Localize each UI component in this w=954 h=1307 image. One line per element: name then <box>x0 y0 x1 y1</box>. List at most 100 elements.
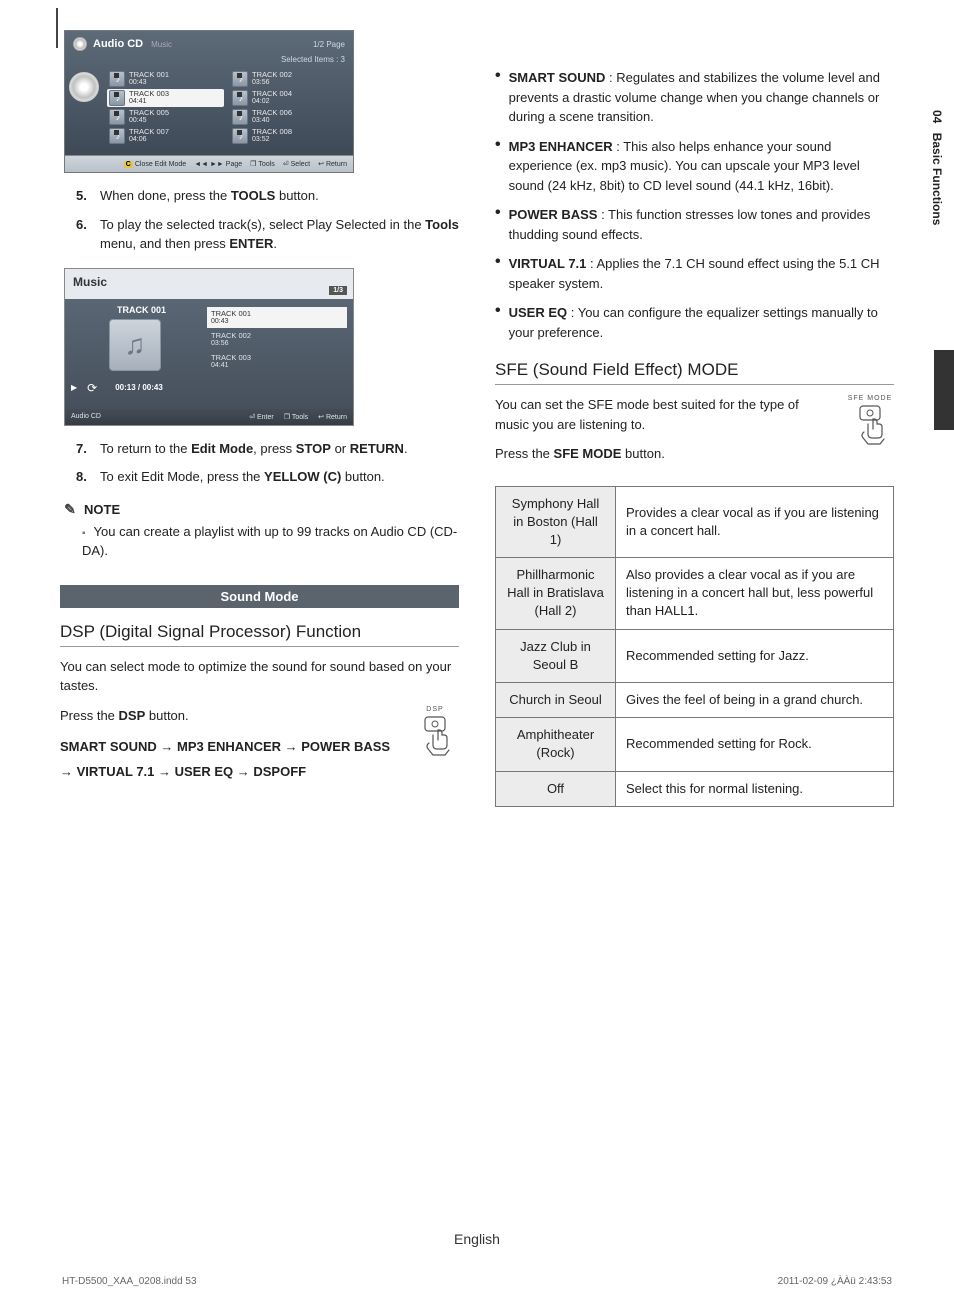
feature-name: USER EQ <box>509 305 568 320</box>
feature-item: USER EQ : You can configure the equalize… <box>495 303 894 342</box>
feature-item: MP3 ENHANCER : This also helps enhance y… <box>495 137 894 196</box>
right-column: SMART SOUND : Regulates and stabilizes t… <box>495 30 894 807</box>
transport-bar: ▶ ⟳ 00:13 / 00:43 <box>71 381 199 395</box>
track-name: TRACK 005 <box>129 109 222 117</box>
track-cell: ♪TRACK 00304:41 <box>107 89 224 107</box>
sfe-mode-name: Amphitheater (Rock) <box>496 718 616 771</box>
track-time: 00:43 <box>129 79 222 87</box>
steps-5-6: 5. When done, press the TOOLS button. 6.… <box>60 187 459 254</box>
table-row: Jazz Club in Seoul BRecommended setting … <box>496 629 894 682</box>
page-indicator: 1/2 Page <box>313 40 345 49</box>
sfe-mode-desc: Select this for normal listening. <box>616 771 894 806</box>
table-row: OffSelect this for normal listening. <box>496 771 894 806</box>
track-cell: ♪ TRACK 00803:52 <box>230 127 347 145</box>
feature-name: SMART SOUND <box>509 70 606 85</box>
sfe-paragraph: You can set the SFE mode best suited for… <box>495 395 894 434</box>
playlist-row: TRACK 00203:56 <box>207 329 347 350</box>
now-playing-title: TRACK 001 <box>117 305 199 315</box>
sfe-mode-desc: Also provides a clear vocal as if you ar… <box>616 558 894 630</box>
feature-item: SMART SOUND : Regulates and stabilizes t… <box>495 68 894 127</box>
pencil-icon: ✎ <box>62 501 78 517</box>
step-6: 6. To play the selected track(s), select… <box>76 216 459 254</box>
track-cell: ♪ TRACK 00603:40 <box>230 108 347 126</box>
ui-command-bar: C Close Edit Mode ◄◄ ►► Page ❐ Tools ⏎ S… <box>65 155 353 172</box>
feature-item: VIRTUAL 7.1 : Applies the 7.1 CH sound e… <box>495 254 894 293</box>
track-cell: ♪TRACK 00500:45 <box>107 108 224 126</box>
step-8: 8. To exit Edit Mode, press the YELLOW (… <box>76 468 459 487</box>
playlist-track-time: 04:41 <box>211 362 343 370</box>
c-badge: C <box>124 161 133 168</box>
sfe-table: Symphony Hall in Boston (Hall 1)Provides… <box>495 486 894 807</box>
sfe-heading: SFE (Sound Field Effect) MODE <box>495 360 894 385</box>
dsp-press-line: Press the DSP button. <box>60 706 459 726</box>
sfe-mode-desc: Recommended setting for Rock. <box>616 718 894 771</box>
sfe-mode-desc: Gives the feel of being in a grand churc… <box>616 683 894 718</box>
track-name: TRACK 006 <box>252 109 345 117</box>
sfe-press-line: Press the SFE MODE button. <box>495 444 894 464</box>
track-note-icon: ♪ <box>232 90 248 106</box>
music-player-screenshot: Music 1/3 TRACK 001 ♫ ▶ ⟳ 00:13 / 00:43 … <box>64 268 354 426</box>
note-item: You can create a playlist with up to 99 … <box>82 523 459 561</box>
playlist-track-name: TRACK 003 <box>211 353 343 362</box>
table-row: Church in SeoulGives the feel of being i… <box>496 683 894 718</box>
left-column: Audio CD Music 1/2 Page Selected Items :… <box>60 30 459 807</box>
dsp-chain: SMART SOUND → MP3 ENHANCER → POWER BASS … <box>60 735 459 784</box>
track-name: TRACK 003 <box>129 90 222 98</box>
dsp-paragraph: You can select mode to optimize the soun… <box>60 657 459 696</box>
note-heading: ✎ NOTE <box>62 501 459 517</box>
table-row: Symphony Hall in Boston (Hall 1)Provides… <box>496 486 894 558</box>
repeat-icon: ⟳ <box>87 381 97 395</box>
track-name: TRACK 008 <box>252 128 345 136</box>
sfe-mode-name: Symphony Hall in Boston (Hall 1) <box>496 486 616 558</box>
ui-subtitle: Music <box>151 40 172 49</box>
track-time: 03:40 <box>252 117 345 125</box>
ui2-header: Music 1/3 <box>65 269 353 299</box>
time-display: 00:13 / 00:43 <box>115 383 163 392</box>
language-label: English <box>0 1231 954 1247</box>
track-name: TRACK 007 <box>129 128 222 136</box>
track-time: 03:56 <box>252 79 345 87</box>
selected-count: Selected Items : 3 <box>65 55 353 68</box>
step-5: 5. When done, press the TOOLS button. <box>76 187 459 206</box>
playlist-track-name: TRACK 001 <box>211 309 343 318</box>
sfe-mode-desc: Provides a clear vocal as if you are lis… <box>616 486 894 558</box>
track-name: TRACK 004 <box>252 90 345 98</box>
play-icon: ▶ <box>71 383 77 392</box>
table-row: Amphitheater (Rock)Recommended setting f… <box>496 718 894 771</box>
audio-cd-screenshot: Audio CD Music 1/2 Page Selected Items :… <box>64 30 354 173</box>
dsp-heading: DSP (Digital Signal Processor) Function <box>60 622 459 647</box>
track-cell: ♪ TRACK 00404:02 <box>230 89 347 107</box>
footer-file: HT-D5500_XAA_0208.indd 53 <box>62 1276 197 1287</box>
music-note-icon: ♫ <box>109 319 161 371</box>
track-time: 04:02 <box>252 98 345 106</box>
playlist-track-name: TRACK 002 <box>211 331 343 340</box>
feature-name: VIRTUAL 7.1 <box>509 256 587 271</box>
track-note-icon: ♪ <box>109 71 125 87</box>
sfe-button-illustration: SFE MODE <box>846 395 894 450</box>
disc-icon <box>73 37 87 51</box>
track-cell: ♪TRACK 00100:43 <box>107 70 224 88</box>
track-time: 03:52 <box>252 136 345 144</box>
sound-mode-heading: Sound Mode <box>60 585 459 608</box>
track-cell: ♪TRACK 00704:06 <box>107 127 224 145</box>
track-name: TRACK 002 <box>252 71 345 79</box>
track-note-icon: ♪ <box>232 109 248 125</box>
sfe-mode-name: Off <box>496 771 616 806</box>
table-row: Phillharmonic Hall in Bratislava (Hall 2… <box>496 558 894 630</box>
track-note-icon: ♪ <box>232 128 248 144</box>
press-button-icon <box>415 715 455 761</box>
feature-list: SMART SOUND : Regulates and stabilizes t… <box>495 68 894 342</box>
feature-name: POWER BASS <box>509 207 598 222</box>
sfe-mode-name: Phillharmonic Hall in Bratislava (Hall 2… <box>496 558 616 630</box>
playlist-row: TRACK 00304:41 <box>207 351 347 372</box>
playlist-row: TRACK 00100:43 <box>207 307 347 328</box>
track-time: 00:45 <box>129 117 222 125</box>
sfe-mode-name: Church in Seoul <box>496 683 616 718</box>
ui-title: Audio CD <box>93 38 143 50</box>
note-list: You can create a playlist with up to 99 … <box>60 523 459 561</box>
page-footer: HT-D5500_XAA_0208.indd 53 2011-02-09 ¿ÀÀ… <box>0 1276 954 1287</box>
source-label: Audio CD <box>71 413 249 421</box>
dsp-button-illustration: DSP <box>411 706 459 761</box>
sfe-mode-name: Jazz Club in Seoul B <box>496 629 616 682</box>
track-note-icon: ♪ <box>232 71 248 87</box>
